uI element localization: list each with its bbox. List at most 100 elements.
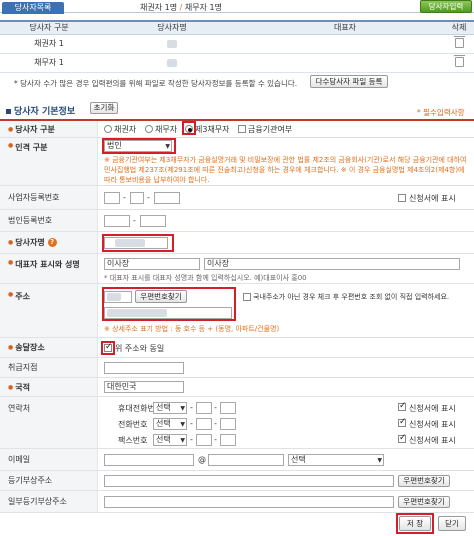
- person-type-label: ● 인격 구분: [0, 138, 98, 185]
- mobile-display-checkbox[interactable]: [398, 401, 407, 411]
- radio-creditor[interactable]: [104, 125, 112, 133]
- col-header-name: 당사자명: [98, 20, 246, 35]
- highlight-address: [102, 287, 236, 321]
- phone-prefix-select[interactable]: 선택: [153, 418, 187, 430]
- tab-party-list[interactable]: 당사자목록: [2, 2, 64, 14]
- col-header-type: 당사자 구분: [0, 20, 98, 35]
- radio-debtor-label: 채무자: [155, 125, 178, 134]
- email-label: 이메일: [0, 449, 98, 470]
- row-nationality: ● 국적 대한민국: [0, 378, 474, 397]
- corp-reg-no-part2[interactable]: [140, 215, 166, 227]
- party-count-summary: 채권자 1명 / 채무자 1명: [140, 2, 222, 13]
- fax-part3[interactable]: [220, 434, 236, 446]
- email-domain-select[interactable]: 선택: [288, 454, 384, 466]
- foreign-address-checkbox[interactable]: [243, 293, 251, 301]
- biz-reg-no-part3[interactable]: [154, 192, 180, 204]
- bulk-upload-button[interactable]: 다수당사자 파일 등록: [310, 75, 388, 88]
- fax-part2[interactable]: [196, 434, 212, 446]
- party-name-label: ● 당사자명?: [0, 232, 98, 253]
- dash: -: [190, 435, 193, 444]
- corp-reg-no-label: 법인등록번호: [0, 210, 98, 231]
- highlight-save: [396, 513, 434, 534]
- phone-label: 전화번호: [118, 420, 148, 429]
- biz-reg-display-checkbox[interactable]: [398, 194, 406, 202]
- corp-reg-no-part1[interactable]: [104, 215, 130, 227]
- row-email: 이메일 @ 선택: [0, 449, 474, 471]
- radio-debtor[interactable]: [145, 125, 153, 133]
- delete-icon[interactable]: [453, 35, 465, 48]
- financial-inst-checkbox[interactable]: [238, 125, 246, 133]
- highlight-same-address: [101, 341, 115, 355]
- table-row[interactable]: 채권자 1: [0, 34, 474, 54]
- email-at-sign: @: [198, 455, 206, 464]
- radio-creditor-label: 채권자: [114, 125, 137, 134]
- dash: -: [214, 403, 217, 412]
- dash: -: [133, 216, 136, 225]
- phone-display-checkbox[interactable]: [398, 417, 407, 427]
- close-button[interactable]: 닫기: [438, 516, 466, 531]
- fax-prefix-select[interactable]: 선택: [153, 434, 187, 446]
- biz-reg-no-label: 사업자등록번호: [0, 186, 98, 209]
- same-address-label: 위 주소와 동일: [115, 344, 165, 353]
- highlight-party-name: [102, 234, 174, 252]
- nationality-label: ● 국적: [0, 378, 98, 396]
- representative-label: ● 대표자 표시와 성명: [0, 254, 98, 283]
- representative-name-input[interactable]: 이사장: [204, 258, 460, 270]
- dash: -: [147, 193, 150, 202]
- mobile-prefix-select[interactable]: 선택: [153, 402, 187, 414]
- phone-part2[interactable]: [196, 418, 212, 430]
- dash: -: [214, 435, 217, 444]
- highlight-third-debtor: [182, 121, 196, 135]
- dash: -: [190, 419, 193, 428]
- service-place-label: ● 송달장소: [0, 338, 98, 357]
- contact-label: 연락처: [0, 397, 98, 448]
- delete-icon[interactable]: [453, 54, 465, 67]
- highlight-person-type: [102, 138, 176, 154]
- address-label: ● 주소: [0, 284, 98, 337]
- mobile-part2[interactable]: [196, 402, 212, 414]
- financial-inst-note: ※ 금융기관여부는 제3채무자가 금융실명거래 및 비밀보장에 관한 법률 제2…: [104, 156, 467, 184]
- partial-reg-address-input[interactable]: [104, 496, 394, 508]
- dash: -: [190, 403, 193, 412]
- redacted-name: [167, 39, 177, 48]
- biz-reg-no-part2[interactable]: [130, 192, 144, 204]
- party-list-table: 당사자 구분 당사자명 대표자 삭제 채권자 1 채무자 1: [0, 20, 474, 73]
- help-icon[interactable]: ?: [47, 238, 57, 247]
- row-corp-reg-no: 법인등록번호 -: [0, 210, 474, 232]
- redacted-name: [167, 58, 177, 67]
- row-type: 채무자 1: [0, 53, 98, 73]
- row-type: 채권자 1: [0, 34, 98, 54]
- party-type-label: ● 당사자 구분: [0, 121, 98, 137]
- row-branch: 취급지점: [0, 358, 474, 378]
- row-address: ● 주소 우편번호찾기 국내주소가 아닌 경우 체크 후 우편번호 조회 없이 직…: [0, 284, 474, 338]
- dash: -: [214, 419, 217, 428]
- row-party-type: ● 당사자 구분 채권자 채무자 제3채무자 금융기관여부: [0, 121, 474, 138]
- email-domain-input[interactable]: [208, 454, 284, 466]
- representative-note: * 대표자 표시를 대표자 성명과 함께 입력하십시오. 예)대표이사 홍00: [104, 274, 307, 282]
- summary-separator: /: [179, 3, 183, 12]
- phone-part3[interactable]: [220, 418, 236, 430]
- biz-reg-no-part1[interactable]: [104, 192, 120, 204]
- reset-button[interactable]: 초기화: [90, 102, 118, 114]
- partial-reg-address-zip-button[interactable]: 우편번호찾기: [398, 496, 450, 508]
- mobile-part3[interactable]: [220, 402, 236, 414]
- table-row[interactable]: 채무자 1: [0, 53, 474, 73]
- reg-address-label: 등기부상주소: [0, 471, 98, 490]
- nationality-input[interactable]: 대한민국: [104, 381, 184, 393]
- email-id-input[interactable]: [104, 454, 194, 466]
- branch-input[interactable]: [104, 362, 184, 374]
- reg-address-zip-button[interactable]: 우편번호찾기: [398, 475, 450, 487]
- fax-display-checkbox[interactable]: [398, 433, 407, 443]
- partial-reg-address-label: 일부등기부상주소: [0, 491, 98, 512]
- fax-label: 팩스번호: [118, 436, 148, 445]
- branch-label: 취급지점: [0, 358, 98, 377]
- representative-title-input[interactable]: 이사장: [104, 258, 200, 270]
- mobile-display-label: 신청서에 표시: [409, 404, 456, 413]
- phone-display-label: 신청서에 표시: [409, 420, 456, 429]
- reg-address-input[interactable]: [104, 475, 394, 487]
- party-input-button[interactable]: 당사자입력: [420, 0, 472, 13]
- row-contact: 연락처 휴대전화번호 선택 - - 신청서에 표시 전화번호 선택 - - 신청…: [0, 397, 474, 449]
- section-bullet-icon: [6, 109, 11, 114]
- tab-bar: [0, 0, 474, 13]
- debtor-count: 채무자 1명: [184, 3, 222, 12]
